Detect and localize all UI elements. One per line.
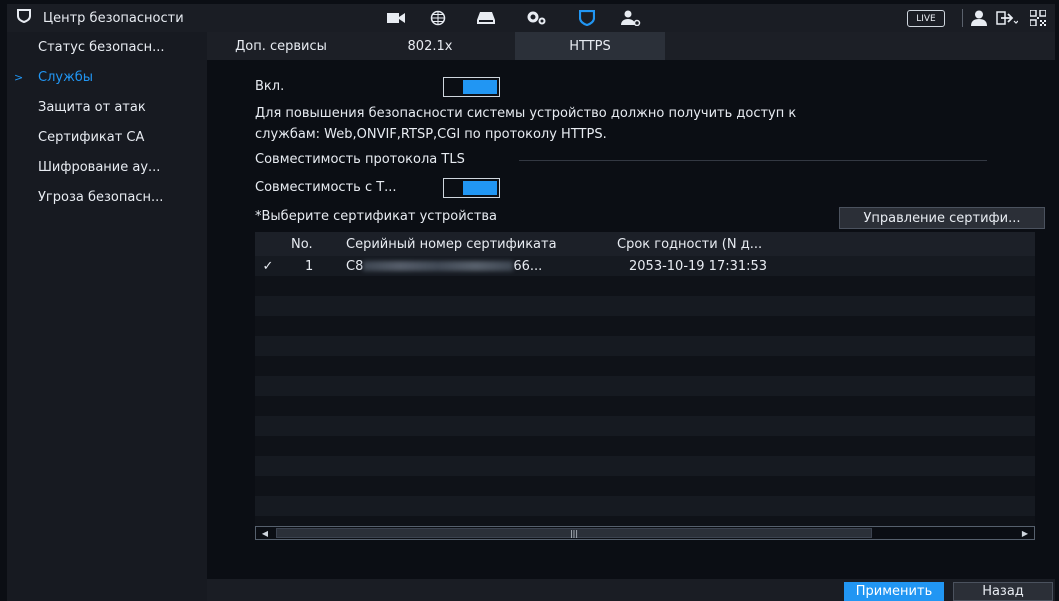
serial-redacted bbox=[363, 261, 514, 271]
security-shield-icon[interactable] bbox=[575, 4, 599, 32]
sidebar-item-label: Угроза безопасн... bbox=[38, 189, 164, 205]
toggle-knob bbox=[463, 181, 497, 195]
row-expiry: 2053-10-19 17:31:53 bbox=[629, 258, 768, 274]
sidebar-item-audio-encryption[interactable]: Шифрование ау... bbox=[7, 152, 207, 182]
table-row bbox=[255, 356, 1035, 376]
enable-label: Вкл. bbox=[255, 79, 285, 94]
sidebar-item-label: Сертификат CA bbox=[38, 129, 145, 145]
tls-compat-label: Совместимость с Т... bbox=[255, 180, 397, 195]
settings-gears-icon[interactable] bbox=[525, 4, 549, 32]
table-row bbox=[255, 416, 1035, 436]
horizontal-scrollbar[interactable]: ◀ ||| ▶ bbox=[255, 526, 1035, 540]
section-divider bbox=[519, 160, 987, 161]
chevron-right-icon: > bbox=[14, 70, 24, 84]
tab-8021x[interactable]: 802.1x bbox=[365, 32, 495, 60]
sidebar-item-ca-certificate[interactable]: Сертификат CA bbox=[7, 122, 207, 152]
table-row bbox=[255, 516, 1035, 526]
tab-extra-services[interactable]: Доп. сервисы bbox=[207, 32, 355, 60]
column-expiry[interactable]: Срок годности (N д... bbox=[617, 232, 762, 256]
sidebar-item-security-status[interactable]: Статус безопасн... bbox=[7, 32, 207, 62]
sidebar-item-security-threat[interactable]: Угроза безопасн... bbox=[7, 182, 207, 212]
table-row bbox=[255, 376, 1035, 396]
sidebar-item-attack-protection[interactable]: Защита от атак bbox=[7, 92, 207, 122]
scrollbar-thumb[interactable]: ||| bbox=[276, 528, 872, 538]
table-row[interactable]: ✓ 1 C8 66... 2053-10-19 17:31:53 bbox=[255, 256, 1035, 276]
sidebar-item-label: Шифрование ау... bbox=[38, 159, 161, 175]
scroll-right-icon[interactable]: ▶ bbox=[1016, 527, 1034, 539]
brand: Центр безопасности bbox=[17, 4, 184, 32]
camera-icon[interactable] bbox=[385, 4, 407, 32]
row-number: 1 bbox=[305, 258, 314, 274]
tab-bar: Доп. сервисы 802.1x HTTPS bbox=[207, 32, 1055, 60]
apply-button[interactable]: Применить bbox=[844, 582, 944, 601]
storage-icon[interactable] bbox=[475, 4, 497, 32]
https-panel: Вкл. Для повышения безопасности системы … bbox=[207, 60, 1055, 579]
row-checkbox[interactable]: ✓ bbox=[259, 256, 277, 276]
enable-toggle[interactable] bbox=[443, 77, 500, 97]
back-button[interactable]: Назад bbox=[953, 582, 1053, 601]
top-bar: Центр безопасности LIVE bbox=[7, 4, 1055, 32]
sidebar-item-label: Защита от атак bbox=[38, 99, 146, 115]
live-button[interactable]: LIVE bbox=[907, 10, 945, 27]
row-serial: C8 66... bbox=[346, 256, 542, 276]
table-header: No. Серийный номер сертификата Срок годн… bbox=[255, 232, 1035, 256]
shield-icon bbox=[17, 9, 31, 27]
table-row bbox=[255, 316, 1035, 336]
table-row bbox=[255, 496, 1035, 516]
account-settings-icon[interactable] bbox=[619, 4, 643, 32]
footer-bar: Применить Назад bbox=[207, 579, 1055, 601]
scroll-left-icon[interactable]: ◀ bbox=[256, 527, 274, 539]
table-row bbox=[255, 336, 1035, 356]
sidebar-item-label: Службы bbox=[38, 69, 94, 85]
table-row bbox=[255, 296, 1035, 316]
column-no[interactable]: No. bbox=[291, 232, 313, 256]
logout-icon[interactable] bbox=[995, 4, 1019, 32]
description-line-2: службам: Web,ONVIF,RTSP,CGI по протоколу… bbox=[255, 127, 607, 142]
toggle-knob bbox=[463, 80, 497, 94]
select-cert-label: *Выберите сертификат устройства bbox=[255, 209, 498, 224]
sidebar-item-services[interactable]: > Службы bbox=[7, 62, 207, 92]
table-row bbox=[255, 456, 1035, 476]
qr-code-icon[interactable] bbox=[1027, 4, 1049, 32]
sidebar: Статус безопасн... > Службы Защита от ат… bbox=[7, 32, 207, 601]
table-row bbox=[255, 476, 1035, 496]
serial-prefix: C8 bbox=[346, 258, 364, 274]
network-globe-icon[interactable] bbox=[427, 4, 449, 32]
table-row bbox=[255, 436, 1035, 456]
serial-suffix: 66... bbox=[513, 258, 543, 274]
tls-compat-toggle[interactable] bbox=[443, 178, 500, 198]
tls-section-title: Совместимость протокола TLS bbox=[255, 152, 465, 167]
table-row bbox=[255, 276, 1035, 296]
table-row bbox=[255, 396, 1035, 416]
sidebar-item-label: Статус безопасн... bbox=[38, 39, 165, 55]
app-title: Центр безопасности bbox=[43, 10, 184, 26]
user-icon[interactable] bbox=[969, 4, 989, 32]
manage-certificates-button[interactable]: Управление сертифи... bbox=[839, 207, 1045, 229]
column-serial[interactable]: Серийный номер сертификата bbox=[346, 232, 557, 256]
tab-https[interactable]: HTTPS bbox=[515, 32, 665, 60]
certificate-table: No. Серийный номер сертификата Срок годн… bbox=[255, 232, 1035, 538]
description-line-1: Для повышения безопасности системы устро… bbox=[255, 106, 797, 121]
